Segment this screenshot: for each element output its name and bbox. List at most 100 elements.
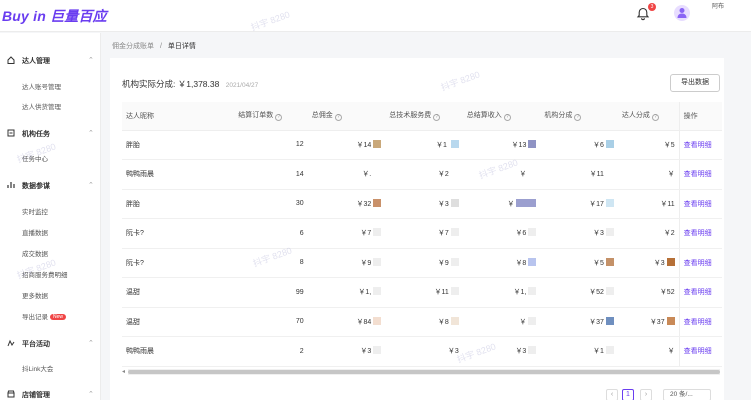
table-header-row: 达人昵称 结算订单数? 总佣金? 总技术服务费? 总结算收入? 机构分成? 达人… bbox=[122, 102, 722, 131]
cell-value: ￥11 bbox=[434, 289, 449, 297]
sidebar-group-label: 店铺管理 bbox=[22, 392, 50, 399]
notification-badge: 3 bbox=[648, 3, 656, 11]
table-row: 阮卡? 6 ￥7 ￥7 ￥6 ￥3 ￥2 查看明细 bbox=[122, 218, 722, 249]
redaction-block bbox=[605, 198, 614, 207]
app-logo[interactable]: Buy in 巨量百应 bbox=[2, 6, 107, 26]
col-header-label: 操作 bbox=[683, 112, 698, 120]
activity-icon bbox=[7, 339, 15, 347]
sidebar-item-task-center[interactable]: 任务中心 bbox=[22, 153, 48, 163]
prev-page-button[interactable]: ‹ bbox=[606, 389, 618, 400]
cell-action: 查看明细 bbox=[678, 218, 722, 249]
cell-value: ￥32 bbox=[356, 200, 372, 208]
cell-value: ￥7 bbox=[360, 230, 372, 238]
col-header-label: 结算订单数 bbox=[238, 112, 274, 120]
redaction-block bbox=[450, 139, 459, 148]
help-icon[interactable]: ? bbox=[334, 114, 342, 122]
redaction-block bbox=[605, 228, 614, 237]
sidebar-item-more-data[interactable]: 更多数据 bbox=[22, 290, 48, 300]
redaction-block bbox=[373, 139, 382, 148]
user-name[interactable]: 阿布 bbox=[712, 4, 732, 11]
horizontal-scrollbar[interactable]: ◂ bbox=[122, 369, 720, 375]
sidebar-group-activity[interactable]: 平台活动 ⌃ bbox=[0, 335, 101, 351]
export-data-button[interactable]: 导出数据 bbox=[670, 74, 720, 92]
sidebar-group-task[interactable]: 机构任务 ⌃ bbox=[0, 125, 101, 141]
help-icon[interactable]: ? bbox=[503, 114, 511, 122]
redaction-block bbox=[450, 257, 459, 266]
sidebar-item-link-conference[interactable]: 抖Link大会 bbox=[22, 363, 53, 373]
cell-service-fee: ￥1 bbox=[385, 130, 463, 160]
sidebar-item-service-fee[interactable]: 招商服务费明细 bbox=[22, 269, 68, 279]
redaction-block bbox=[605, 257, 614, 266]
sidebar-item-realtime[interactable]: 实时监控 bbox=[22, 206, 48, 216]
cell-value: ￥17 bbox=[589, 200, 604, 208]
view-details-link[interactable]: 查看明细 bbox=[684, 142, 712, 149]
view-details-link[interactable]: 查看明细 bbox=[684, 348, 712, 355]
cell-commission: ￥14 bbox=[307, 130, 386, 160]
cell-value: ￥11 bbox=[660, 200, 675, 208]
cell-service-fee: ￥11 bbox=[385, 277, 463, 308]
redaction-block bbox=[528, 316, 537, 325]
sidebar-group-talent[interactable]: 达人管理 ⌃ bbox=[0, 52, 101, 68]
sidebar-item-deal-data[interactable]: 成交数据 bbox=[22, 248, 48, 258]
sidebar-group-store[interactable]: 店铺管理 ⌃ bbox=[0, 386, 101, 400]
table-row: 阮卡? 8 ￥9 ￥9 ￥8 ￥5 ￥3 查看明细 bbox=[122, 248, 722, 278]
page-number-button[interactable]: 1 bbox=[622, 389, 634, 400]
cell-value: ￥3 bbox=[653, 259, 665, 267]
cell-commission: ￥32 bbox=[307, 189, 386, 219]
table-row: 温甜 99 ￥1, ￥11 ￥1, ￥52 ￥52 查看明细 bbox=[122, 277, 722, 308]
sidebar-item-talent-accounts[interactable]: 达人账号管理 bbox=[22, 81, 61, 91]
redaction-block bbox=[528, 139, 537, 148]
cell-value: ￥1 bbox=[435, 141, 449, 149]
cell-value: ￥9 bbox=[437, 259, 449, 267]
cell-income: ￥3 bbox=[462, 336, 541, 367]
help-icon[interactable]: ? bbox=[433, 114, 441, 122]
view-details-link[interactable]: 查看明细 bbox=[684, 260, 712, 267]
commission-table: 达人昵称 结算订单数? 总佣金? 总技术服务费? 总结算收入? 机构分成? 达人… bbox=[122, 102, 722, 367]
sidebar-item-label: 导出记录 bbox=[22, 314, 48, 321]
redaction-block bbox=[605, 169, 614, 178]
breadcrumb-parent[interactable]: 佣金分成账单 bbox=[112, 43, 154, 50]
view-details-link[interactable]: 查看明细 bbox=[684, 171, 712, 178]
cell-action: 查看明细 bbox=[678, 307, 722, 337]
cell-org-share: ￥52 bbox=[540, 277, 618, 308]
redaction-block bbox=[666, 316, 675, 325]
summary-amount: ￥1,378.38 bbox=[177, 79, 220, 89]
cell-service-fee: ￥3 bbox=[385, 189, 463, 219]
sidebar-item-talent-supply[interactable]: 达人供货管理 bbox=[22, 101, 61, 111]
cell-name: 温甜 bbox=[122, 277, 235, 308]
cell-action: 查看明细 bbox=[678, 189, 722, 219]
redaction-block bbox=[605, 139, 614, 148]
task-icon bbox=[7, 129, 15, 137]
cell-value: ￥84 bbox=[356, 318, 372, 326]
help-icon[interactable]: ? bbox=[275, 114, 283, 122]
home-icon bbox=[7, 56, 15, 64]
next-page-button[interactable]: › bbox=[640, 389, 652, 400]
redaction-block bbox=[450, 169, 459, 178]
cell-income: ￥ bbox=[462, 307, 541, 337]
help-icon[interactable]: ? bbox=[651, 114, 659, 122]
redaction-block bbox=[373, 316, 382, 325]
sidebar-group-label: 数据参谋 bbox=[22, 183, 50, 190]
cell-org-share: ￥17 bbox=[540, 189, 618, 219]
avatar[interactable] bbox=[674, 5, 690, 21]
cell-orders: 70 bbox=[234, 307, 308, 337]
view-details-link[interactable]: 查看明细 bbox=[684, 201, 712, 208]
sidebar-group-data[interactable]: 数据参谋 ⌃ bbox=[0, 177, 101, 193]
view-details-link[interactable]: 查看明细 bbox=[684, 230, 712, 237]
scroll-left-icon[interactable]: ◂ bbox=[122, 368, 125, 375]
view-details-link[interactable]: 查看明细 bbox=[684, 289, 712, 296]
scrollbar-thumb[interactable] bbox=[128, 370, 720, 374]
page-size-select[interactable]: 20 条/... bbox=[663, 389, 711, 400]
sidebar-item-export-records[interactable]: 导出记录 New bbox=[22, 311, 67, 321]
cell-org-share: ￥11 bbox=[540, 159, 618, 190]
cell-value: ￥11 bbox=[589, 171, 604, 179]
store-icon bbox=[7, 390, 15, 398]
cell-value: ￥9 bbox=[360, 259, 372, 267]
cell-service-fee: ￥8 bbox=[385, 307, 463, 337]
top-bar: Buy in 巨量百应 3 阿布 bbox=[0, 0, 751, 32]
cell-value: ￥1, bbox=[358, 289, 372, 297]
sidebar-item-live-data[interactable]: 直播数据 bbox=[22, 227, 48, 237]
view-details-link[interactable]: 查看明细 bbox=[684, 319, 712, 326]
help-icon[interactable]: ? bbox=[574, 114, 582, 122]
col-header-commission: 总佣金? bbox=[307, 102, 386, 131]
